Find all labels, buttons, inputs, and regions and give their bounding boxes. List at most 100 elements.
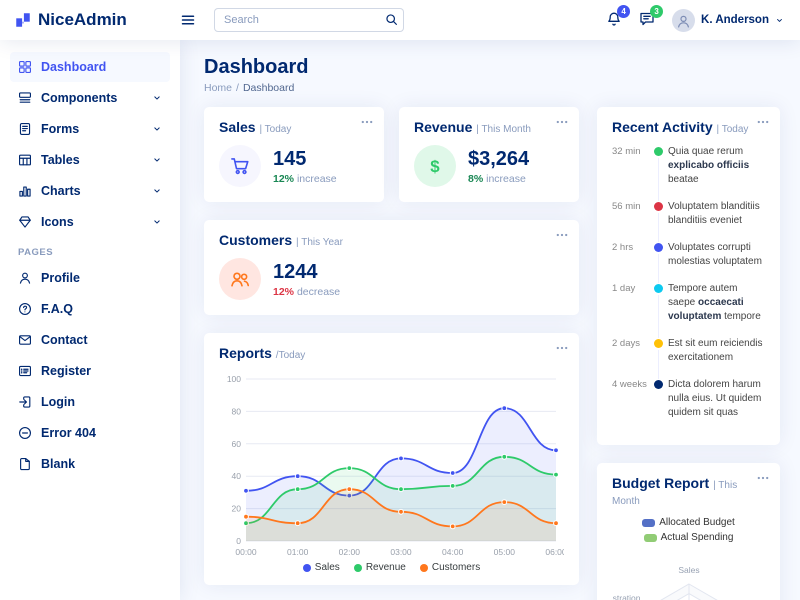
brand[interactable]: NiceAdmin [0, 10, 180, 30]
sales-card-subtitle: | Today [259, 124, 291, 135]
legend-marker [644, 534, 657, 542]
revenue-card: Revenue | This Month $ $3,264 8% increas… [399, 107, 579, 202]
legend-sales[interactable]: Sales [303, 562, 340, 573]
sidebar-item-register[interactable]: Register [10, 356, 170, 386]
sidebar-item-label: Contact [41, 333, 162, 347]
card-menu-icon[interactable] [756, 115, 770, 129]
sales-card-body: 145 12% increase [219, 145, 369, 190]
legend-revenue[interactable]: Revenue [354, 562, 406, 573]
brand-name: NiceAdmin [38, 10, 127, 30]
chevron-down-icon [152, 93, 162, 103]
breadcrumb-home[interactable]: Home [204, 82, 232, 94]
svg-text:03:00: 03:00 [390, 547, 412, 557]
sidebar-item-icons[interactable]: Icons [10, 207, 170, 237]
activity-time: 1 day [612, 282, 652, 324]
activity-time: 32 min [612, 145, 652, 187]
header: NiceAdmin 4 3 K. Anderson [0, 0, 800, 40]
sidebar-item-error-404[interactable]: Error 404 [10, 418, 170, 448]
activity-dot [652, 241, 668, 269]
sidebar-item-label: F.A.Q [41, 302, 162, 316]
customers-value: 1244 [273, 261, 340, 283]
activity-card-title: Recent Activity [612, 119, 713, 135]
notifications-button[interactable]: 4 [606, 11, 622, 30]
card-menu-icon[interactable] [360, 115, 374, 129]
card-title: Recent Activity | Today [612, 119, 765, 135]
left-column: Sales | Today 145 12% increase Revenue |… [204, 107, 579, 600]
reports-card-subtitle: /Today [276, 350, 305, 361]
sidebar-item-tables[interactable]: Tables [10, 145, 170, 175]
menu-icon [18, 91, 32, 105]
card-menu-icon[interactable] [555, 228, 569, 242]
customers-card-title: Customers [219, 232, 292, 248]
dash-circle-icon [18, 426, 32, 440]
legend-actual-spending[interactable]: Actual Spending [644, 532, 734, 543]
legend-dot [420, 564, 428, 572]
legend-allocated-budget[interactable]: Allocated Budget [642, 517, 735, 528]
caret-down-icon [775, 16, 784, 25]
legend-customers[interactable]: Customers [420, 562, 480, 573]
sidebar-item-blank[interactable]: Blank [10, 449, 170, 479]
customers-card: Customers | This Year 1244 12% decrease [204, 220, 579, 315]
legend-label: Customers [432, 562, 480, 573]
sidebar-item-charts[interactable]: Charts [10, 176, 170, 206]
activity-text: Tempore autem saepe occaecati voluptatem… [668, 282, 765, 324]
customers-trend: 12% decrease [273, 286, 340, 298]
search-form [214, 8, 404, 32]
sales-delta: 12% [273, 173, 294, 185]
chevron-down-icon [152, 186, 162, 196]
svg-text:60: 60 [232, 439, 242, 449]
legend-dot [354, 564, 362, 572]
chevron-down-icon [152, 217, 162, 227]
card-title: Budget Report | This Month [612, 475, 765, 507]
card-title: Customers | This Year [219, 232, 564, 248]
sidebar-toggle-icon[interactable] [180, 12, 196, 28]
legend-label: Sales [315, 562, 340, 573]
sidebar-item-profile[interactable]: Profile [10, 263, 170, 293]
journal-icon [18, 122, 32, 136]
activity-text: Est sit eum reiciendis exercitationem [668, 337, 765, 365]
envelope-icon [18, 333, 32, 347]
sidebar-item-label: Components [41, 91, 143, 105]
sidebar-item-dashboard[interactable]: Dashboard [10, 52, 170, 82]
sidebar-item-forms[interactable]: Forms [10, 114, 170, 144]
sidebar-item-f-a-q[interactable]: F.A.Q [10, 294, 170, 324]
activity-text: Voluptatem blanditiis blanditiis eveniet [668, 200, 765, 228]
revenue-card-body: $ $3,264 8% increase [414, 145, 564, 190]
sidebar-item-label: Dashboard [41, 60, 162, 74]
budget-chart: SalesMarketingDevelopmentCustomer Suppor… [613, 547, 765, 600]
sidebar-item-components[interactable]: Components [10, 83, 170, 113]
activity-dot [652, 337, 668, 365]
activity-item: 4 weeksDicta dolorem harum nulla eius. U… [612, 378, 765, 433]
budget-card-title: Budget Report [612, 475, 709, 491]
card-menu-icon[interactable] [756, 471, 770, 485]
search-icon[interactable] [385, 13, 398, 26]
sidebar-item-label: Charts [41, 184, 143, 198]
profile-menu[interactable]: K. Anderson [672, 9, 784, 32]
activity-text: Quia quae rerum explicabo officiis beata… [668, 145, 765, 187]
svg-text:Sales: Sales [678, 565, 699, 575]
sidebar-item-label: Icons [41, 215, 143, 229]
svg-text:$: $ [430, 157, 440, 176]
svg-text:01:00: 01:00 [287, 547, 309, 557]
search-input[interactable] [214, 8, 404, 32]
revenue-delta: 8% [468, 173, 483, 185]
sidebar-menu: Dashboard Components FormsTables Charts Icon… [10, 52, 170, 479]
box-arrow-in-right-icon [18, 395, 32, 409]
card-menu-icon[interactable] [555, 115, 569, 129]
sales-card: Sales | Today 145 12% increase [204, 107, 384, 202]
sidebar-item-label: Error 404 [41, 426, 162, 440]
sidebar-item-login[interactable]: Login [10, 387, 170, 417]
gem-icon [18, 215, 32, 229]
activity-item: 1 day Tempore autem saepe occaecati volup… [612, 282, 765, 337]
activity-time: 4 weeks [612, 378, 652, 420]
card-title: Sales | Today [219, 119, 369, 135]
card-title: Reports /Today [219, 345, 564, 361]
messages-button[interactable]: 3 [639, 11, 655, 30]
sidebar-item-label: Register [41, 364, 162, 378]
activity-text: Voluptates corrupti molestias voluptatem [668, 241, 765, 269]
card-menu-icon[interactable] [555, 341, 569, 355]
sidebar-item-contact[interactable]: Contact [10, 325, 170, 355]
revenue-value: $3,264 [468, 148, 529, 170]
sales-value: 145 [273, 148, 337, 170]
sales-trend: 12% increase [273, 173, 337, 185]
